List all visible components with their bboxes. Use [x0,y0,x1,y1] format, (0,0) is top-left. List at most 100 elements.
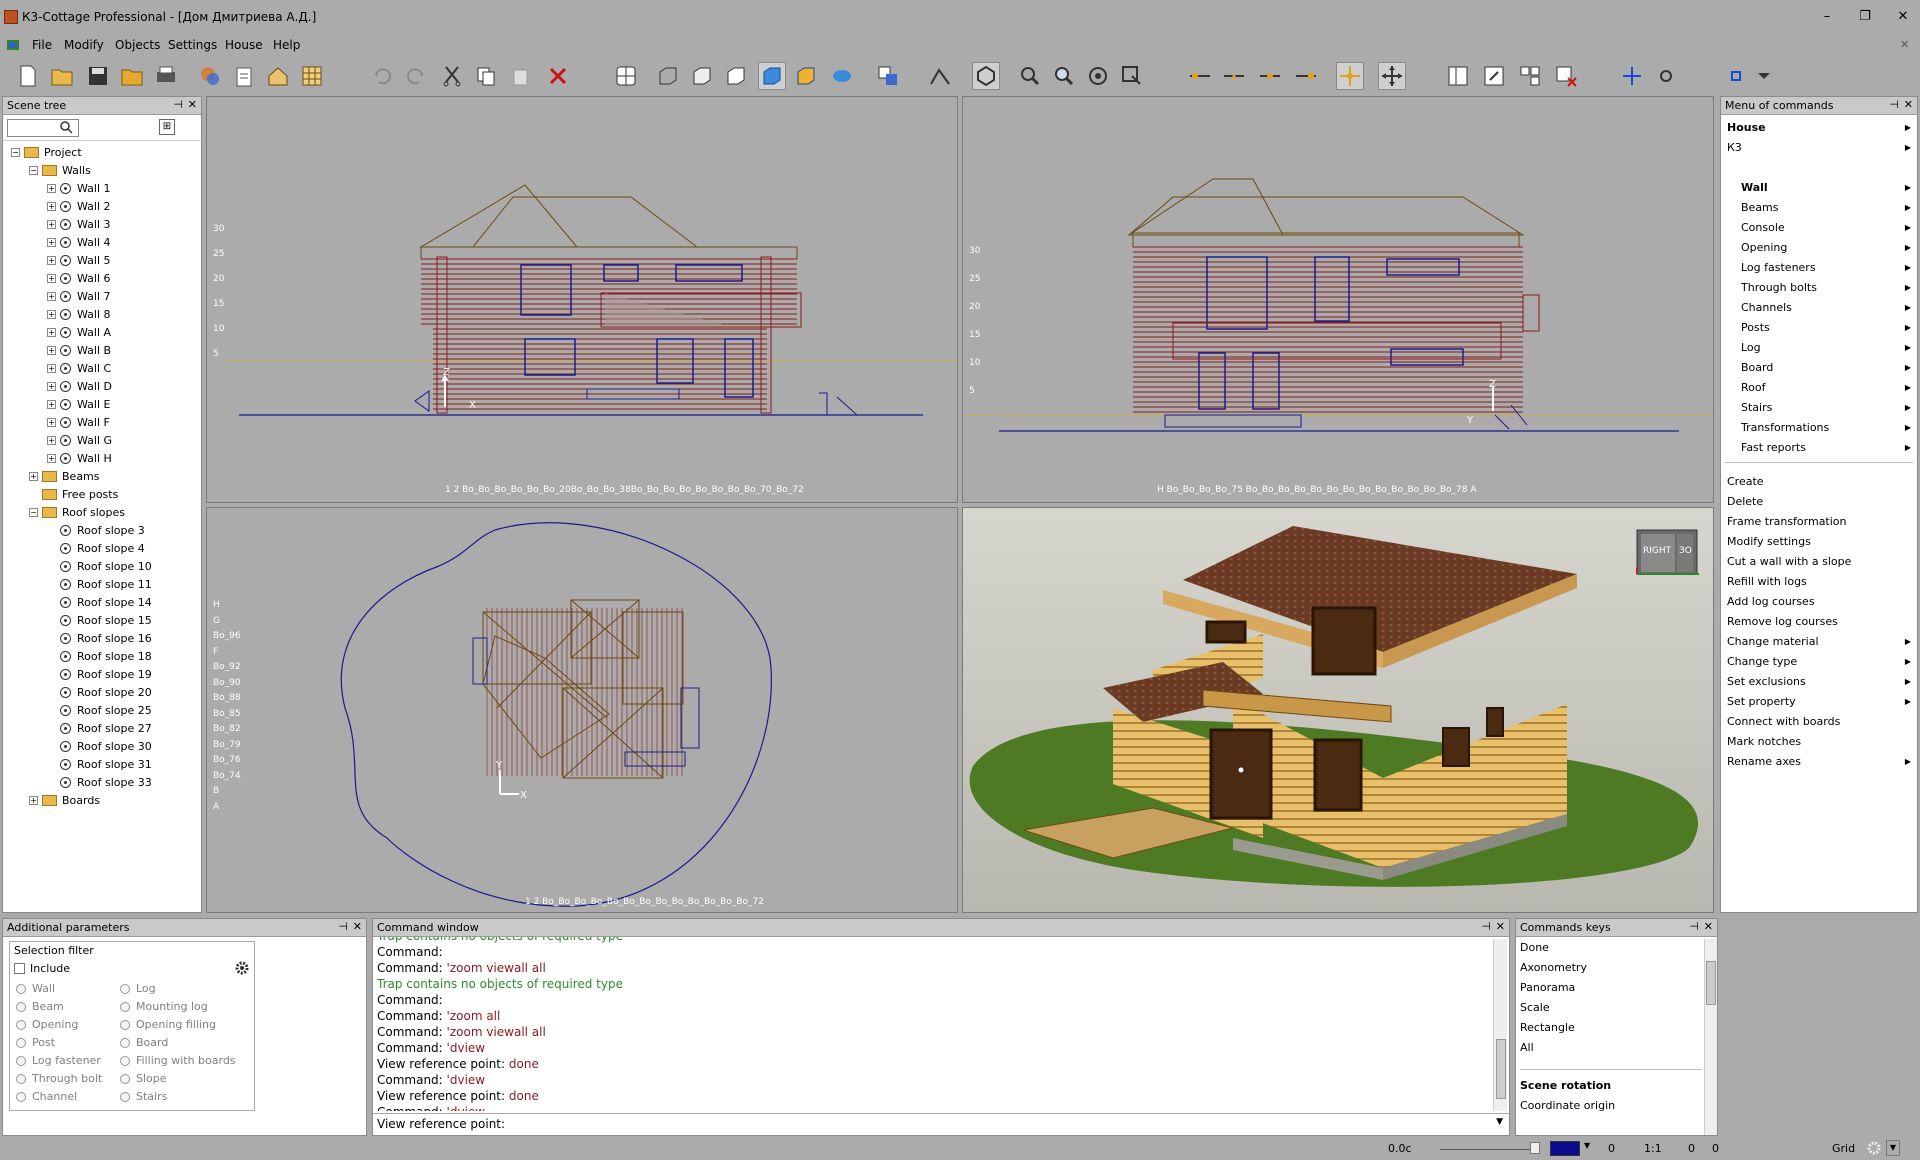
expand-toggle-icon[interactable]: + [47,345,56,355]
pin-icon[interactable]: ⊣ [1481,920,1491,933]
print-icon[interactable] [152,62,180,90]
filter-radio[interactable]: Wall [16,982,55,995]
rotate-view-icon[interactable] [1084,62,1112,90]
command-key-item[interactable]: Axonometry [1520,961,1587,974]
pin-icon[interactable]: ⊣ [338,920,348,933]
tree-item-boards[interactable]: + Boards [29,791,100,809]
expand-toggle-icon[interactable]: + [47,183,56,193]
tree-item-roof-slope[interactable]: Roof slope 3 [47,521,145,539]
tree-item-project[interactable]: − Project [11,143,82,161]
menu-command-item[interactable]: Opening ▶ [1721,237,1917,257]
tree-item-roof-slope[interactable]: Roof slope 15 [47,611,152,629]
prompt-dropdown-icon[interactable]: ▼ [1496,1117,1503,1127]
menu-command-action[interactable]: Cut a wall with a slope [1721,551,1917,571]
pin-icon[interactable]: ⊣ [1689,920,1699,933]
grid-toggle[interactable]: Grid [1832,1142,1855,1155]
status-slider[interactable] [1440,1149,1540,1150]
viewport-3d[interactable]: RIGHT ЗО [962,507,1714,913]
snap-endpoint-icon[interactable] [1186,62,1214,90]
tree-item-roof-slope[interactable]: Roof slope 31 [47,755,152,773]
mdi-close-icon[interactable]: ✕ [1900,38,1909,51]
mdi-icon[interactable] [6,38,22,52]
filter-radio[interactable]: Slope [120,1072,167,1085]
expand-toggle-icon[interactable]: + [47,219,56,229]
expand-all-icon[interactable]: ⊞ [159,119,175,135]
grid-wall-icon[interactable] [298,62,326,90]
command-key-item[interactable]: All [1520,1041,1534,1054]
tree-item-roof-slope[interactable]: Roof slope 19 [47,665,152,683]
expand-toggle-icon[interactable]: − [29,165,38,175]
command-prompt-input[interactable]: View reference point: ▼ [373,1113,1509,1135]
dropdown-arrow-icon[interactable] [1750,62,1778,90]
tree-item-roof-slope[interactable]: Roof slope 16 [47,629,152,647]
menu-command-item[interactable]: Transformations ▶ [1721,417,1917,437]
tree-item-wall[interactable]: + Wall H [47,449,112,467]
menu-objects[interactable]: Objects [115,38,160,52]
menu-help[interactable]: Help [273,38,300,52]
move-icon[interactable] [1378,62,1406,90]
zoom-all-icon[interactable] [1050,62,1078,90]
angle-tool-icon[interactable] [926,62,954,90]
render-icon[interactable] [828,62,856,90]
commands-keys-scrollbar[interactable] [1704,939,1717,1135]
menu-command-action[interactable]: Frame transformation [1721,511,1917,531]
menu-command-item[interactable]: Stairs ▶ [1721,397,1917,417]
snap-center-icon[interactable] [1256,62,1284,90]
expand-toggle-icon[interactable]: + [47,291,56,301]
filter-radio[interactable]: Filling with boards [120,1054,236,1067]
menu-modify[interactable]: Modify [64,38,104,52]
delete-icon[interactable] [544,62,572,90]
expand-toggle-icon[interactable]: + [47,201,56,211]
menu-command-action[interactable]: Connect with boards [1721,711,1917,731]
layers-icon[interactable] [874,62,902,90]
close-panel-icon[interactable]: ✕ [188,98,197,111]
copy-icon[interactable] [472,62,500,90]
tree-item-roof-slope[interactable]: Roof slope 18 [47,647,152,665]
search-icon[interactable] [59,120,73,137]
textured-view-icon[interactable] [792,62,820,90]
view-cube[interactable]: RIGHT ЗО [1635,528,1701,578]
tree-item-roof-slope[interactable]: Roof slope 33 [47,773,152,791]
menu-command-action[interactable]: Set property ▶ [1721,691,1917,711]
tree-item-wall[interactable]: + Wall C [47,359,111,377]
group-icon[interactable] [1516,62,1544,90]
menu-command-item[interactable]: Through bolts ▶ [1721,277,1917,297]
filter-radio[interactable]: Log fastener [16,1054,101,1067]
snap-midpoint-icon[interactable] [1220,62,1248,90]
tree-item-roof-slope[interactable]: Roof slope 30 [47,737,152,755]
zoom-icon[interactable] [1016,62,1044,90]
expand-toggle-icon[interactable]: + [47,363,56,373]
menu-command-top[interactable]: К3 ▶ [1721,137,1917,157]
wireframe-view-icon[interactable] [654,62,682,90]
undo-icon[interactable] [368,62,396,90]
tree-item-wall[interactable]: + Wall 4 [47,233,111,251]
panel-left-icon[interactable] [1444,62,1472,90]
pin-icon[interactable]: ⊣ [173,98,183,111]
menu-file[interactable]: File [32,38,52,52]
new-file-icon[interactable] [14,62,42,90]
filter-radio[interactable]: Through bolt [16,1072,102,1085]
settings-gear-icon[interactable] [1866,1140,1882,1159]
expand-toggle-icon[interactable]: + [47,309,56,319]
close-panel-icon[interactable]: ✕ [1904,98,1913,111]
tree-item-roof-slope[interactable]: Roof slope 25 [47,701,152,719]
command-key-item[interactable]: Coordinate origin [1520,1099,1615,1112]
menu-command-action[interactable]: Add log courses [1721,591,1917,611]
restore-button[interactable]: ❐ [1850,6,1880,28]
viewport-plan[interactable]: Y X H G Bo_96 F Bo_92 Bo_90 Bo_88 Bo_85 Bo_82 Bo_… [206,507,958,913]
menu-command-item[interactable]: Console ▶ [1721,217,1917,237]
expand-toggle-icon[interactable]: − [11,147,20,157]
expand-toggle-icon[interactable]: + [47,417,56,427]
expand-toggle-icon[interactable]: + [29,471,38,481]
filter-radio[interactable]: Beam [16,1000,64,1013]
edit-panel-icon[interactable] [1480,62,1508,90]
shaded-view-icon[interactable] [758,62,786,90]
menu-command-action[interactable]: Set exclusions ▶ [1721,671,1917,691]
save-icon[interactable] [84,62,112,90]
expand-toggle-icon[interactable]: + [47,435,56,445]
open-folder-icon[interactable] [48,62,76,90]
close-button[interactable]: ✕ [1888,6,1918,28]
expand-toggle-icon[interactable]: + [47,381,56,391]
settings-gear-icon[interactable] [234,960,250,979]
tree-item-roof-slope[interactable]: Roof slope 11 [47,575,152,593]
